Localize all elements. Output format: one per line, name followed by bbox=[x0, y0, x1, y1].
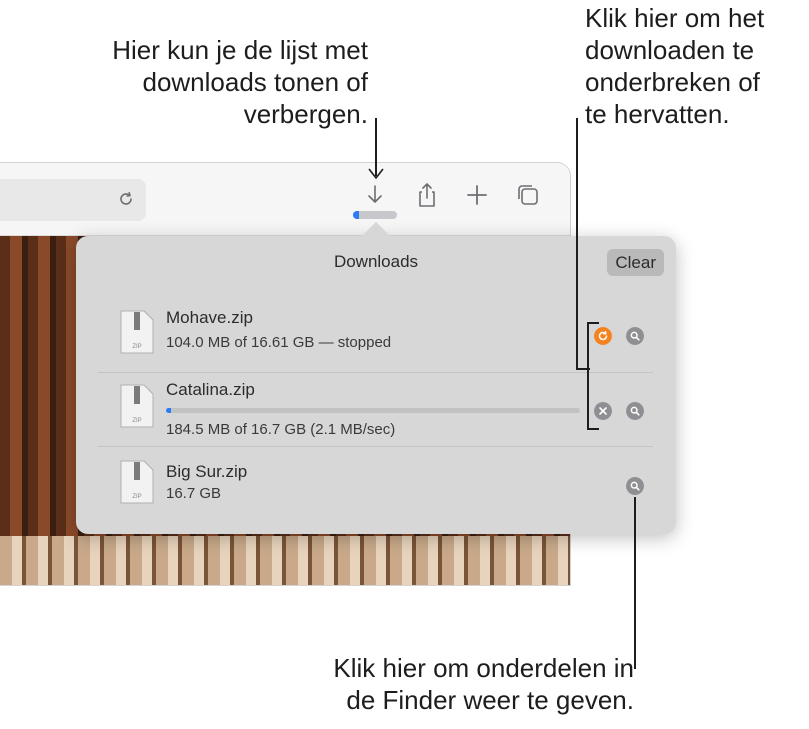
file-status: 16.7 GB bbox=[166, 485, 222, 502]
zip-file-icon: ZIP bbox=[120, 310, 154, 354]
file-name: Mohave.zip bbox=[166, 308, 253, 327]
toolbar-download-progress-fill bbox=[353, 211, 359, 219]
toolbar bbox=[0, 163, 570, 236]
file-name: Catalina.zip bbox=[166, 380, 255, 399]
magnifier-icon[interactable] bbox=[626, 477, 644, 495]
callout-show-in-finder: Klik hier om onderdelen in de Finder wee… bbox=[333, 653, 634, 715]
leader-line-right bbox=[576, 118, 578, 370]
stop-icon[interactable] bbox=[594, 402, 612, 420]
download-progress-bar bbox=[166, 408, 580, 413]
resume-icon[interactable] bbox=[594, 327, 612, 345]
download-arrow-icon[interactable] bbox=[361, 181, 389, 209]
bracket-top bbox=[587, 322, 599, 324]
toolbar-download-progress[interactable] bbox=[353, 211, 397, 219]
downloads-title: Downloads bbox=[333, 252, 419, 271]
row-divider bbox=[98, 446, 653, 447]
callout-toggle-downloads-list: Hier kun je de lijst met downloads tonen… bbox=[112, 35, 368, 129]
file-name: Big Sur.zip bbox=[166, 462, 248, 481]
zip-label: ZIP bbox=[132, 344, 141, 350]
zip-file-icon: ZIP bbox=[120, 384, 154, 428]
zip-label: ZIP bbox=[132, 418, 141, 424]
download-item-catalina[interactable]: ZIP Catalina.zip 184.5 MB of 16.7 GB (2.… bbox=[98, 374, 653, 446]
file-status: 184.5 MB of 16.7 GB (2.1 MB/sec) bbox=[166, 421, 396, 438]
download-item-mohave[interactable]: ZIP Mohave.zip 104.0 MB of 16.61 GB — st… bbox=[98, 302, 653, 374]
file-status: 104.0 MB of 16.61 GB — stopped bbox=[166, 334, 392, 351]
bracket-vertical bbox=[587, 322, 589, 430]
leader-arrowhead bbox=[368, 168, 384, 180]
downloads-popover: Downloads Clear ZIP Mohave.zip 104.0 MB … bbox=[76, 221, 676, 534]
share-icon[interactable] bbox=[413, 181, 441, 209]
magnifier-icon[interactable] bbox=[626, 327, 644, 345]
new-tab-icon[interactable] bbox=[463, 181, 491, 209]
row-divider bbox=[98, 372, 653, 373]
bracket-bottom bbox=[587, 428, 599, 430]
tab-overview-icon[interactable] bbox=[514, 181, 542, 209]
zip-file-icon: ZIP bbox=[120, 460, 154, 504]
reload-icon[interactable] bbox=[116, 189, 136, 209]
clear-button[interactable]: Clear bbox=[607, 249, 664, 276]
magnifier-icon[interactable] bbox=[626, 402, 644, 420]
download-item-big-sur[interactable]: ZIP Big Sur.zip 16.7 GB bbox=[98, 456, 653, 528]
callout-pause-resume: Klik hier om het downloaden te onderbrek… bbox=[585, 3, 765, 129]
leader-line-bottom bbox=[634, 497, 636, 669]
download-progress-fill bbox=[166, 408, 171, 413]
web-page-content-lower bbox=[0, 536, 570, 585]
address-bar[interactable] bbox=[0, 179, 146, 221]
zip-label: ZIP bbox=[132, 494, 141, 500]
